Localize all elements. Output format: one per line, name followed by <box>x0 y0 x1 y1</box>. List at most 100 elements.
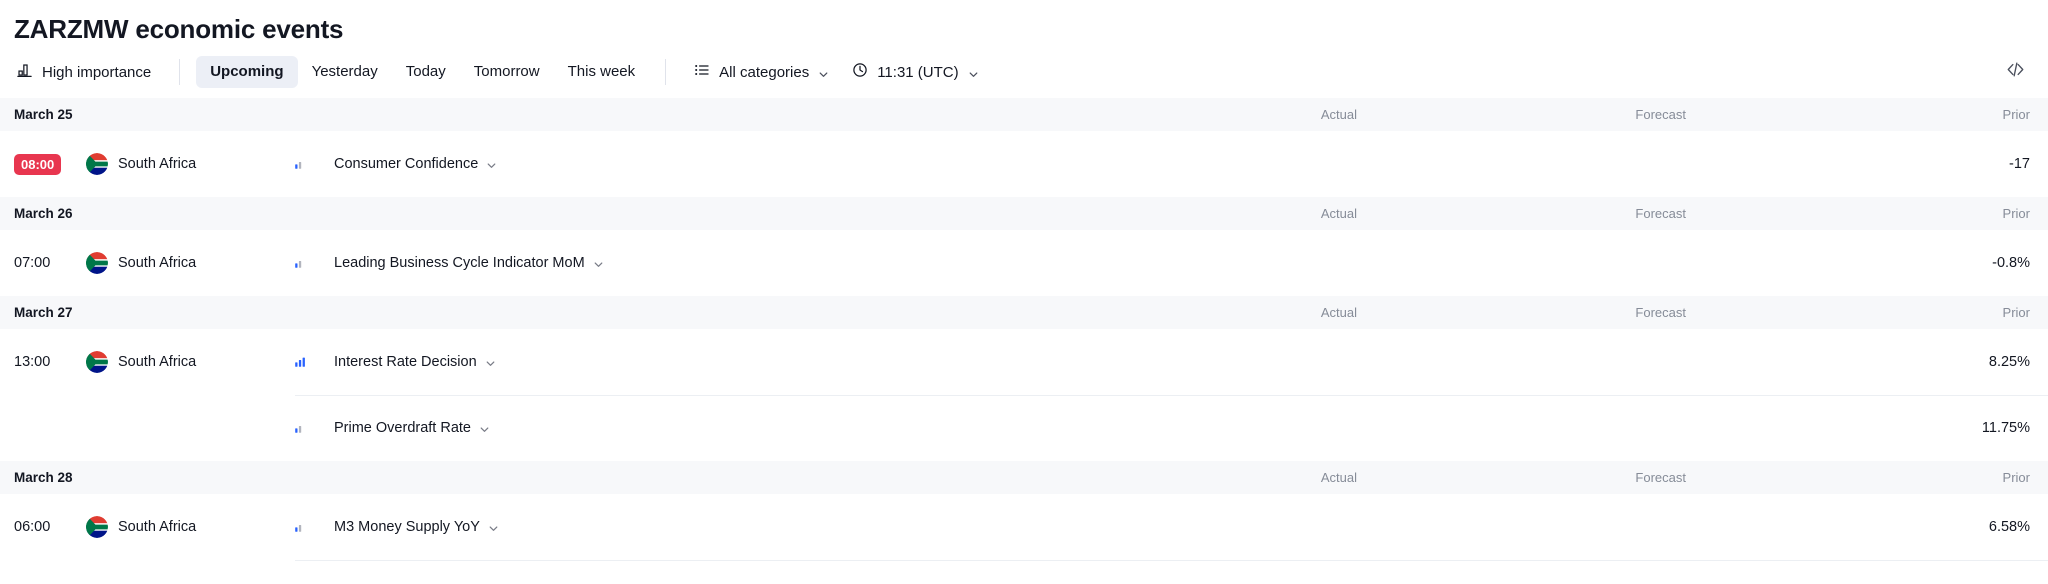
event-actual-value <box>1197 329 1357 395</box>
event-time-cell: 08:00 <box>0 153 86 175</box>
event-forecast-value <box>1526 230 1686 296</box>
event-prior-value: 8.25% <box>1988 354 2030 370</box>
column-header-forecast: Forecast <box>1635 305 1686 320</box>
event-forecast-value <box>1526 494 1686 560</box>
group-date-label: March 27 <box>14 305 73 320</box>
event-prior-value: -0.8% <box>1992 255 2030 271</box>
group-date-label: March 28 <box>14 470 73 485</box>
economic-events-table: March 25 Actual Forecast Prior 08:00 South Af… <box>0 98 2048 584</box>
date-group-header: March 26 Actual Forecast Prior <box>0 197 2048 230</box>
event-name-label: Consumer Confidence <box>334 156 479 172</box>
event-name-cell[interactable]: Interest Rate Decision <box>334 354 495 370</box>
table-row[interactable]: Private Sector Credit YoY3.16% <box>0 560 2048 584</box>
event-country-label: South Africa <box>118 156 197 172</box>
event-time-label: 06:00 <box>14 519 51 535</box>
chevron-down-icon <box>968 67 978 77</box>
categories-label: All categories <box>719 63 810 81</box>
event-importance-cell <box>276 355 334 369</box>
column-header-prior: Prior <box>2002 305 2030 320</box>
importance-medium-icon <box>294 520 308 534</box>
importance-medium-icon <box>294 256 308 270</box>
table-row[interactable]: 13:00 South Africa Interest Rate Decision 8… <box>0 329 2048 395</box>
event-forecast-value <box>1526 395 1686 461</box>
importance-medium-icon <box>294 421 308 435</box>
code-icon <box>2005 59 2026 85</box>
event-time-badge: 08:00 <box>14 153 62 175</box>
column-header-forecast: Forecast <box>1635 470 1686 485</box>
economic-calendar-page: ZARZMW economic events High importance U… <box>0 0 2048 584</box>
column-header-forecast: Forecast <box>1635 107 1686 122</box>
table-row[interactable]: 07:00 South Africa Leading Business Cycle … <box>0 230 2048 296</box>
event-prior-value: 11.75% <box>1981 420 2030 436</box>
tab-yesterday[interactable]: Yesterday <box>298 56 392 88</box>
chevron-down-icon[interactable] <box>488 522 498 532</box>
event-actual-value <box>1197 230 1357 296</box>
event-prior-value: -17 <box>2009 156 2030 172</box>
table-row[interactable]: 06:00 South Africa M3 Money Supply YoY 6.58… <box>0 494 2048 560</box>
chevron-down-icon[interactable] <box>479 423 489 433</box>
event-prior-value: 6.58% <box>1988 519 2030 535</box>
list-icon <box>694 62 710 82</box>
importance-filter-button[interactable]: High importance <box>14 55 163 89</box>
column-header-prior: Prior <box>2002 107 2030 122</box>
timezone-dropdown[interactable]: 11:31 (UTC) <box>840 55 989 89</box>
south-africa-flag-icon <box>86 153 108 175</box>
event-forecast-value <box>1526 131 1686 197</box>
event-time-label: 07:00 <box>14 255 51 271</box>
event-actual-value <box>1197 395 1357 461</box>
event-actual-value <box>1197 131 1357 197</box>
toolbar: High importance Upcoming Yesterday Today… <box>0 46 2048 98</box>
event-name-label: Prime Overdraft Rate <box>334 420 471 436</box>
chevron-down-icon[interactable] <box>593 258 603 268</box>
tab-upcoming[interactable]: Upcoming <box>196 56 298 88</box>
south-africa-flag-icon <box>86 516 108 538</box>
event-importance-cell <box>276 157 334 171</box>
chevron-down-icon[interactable] <box>485 357 495 367</box>
south-africa-flag-icon <box>86 252 108 274</box>
tab-this-week[interactable]: This week <box>554 56 650 88</box>
event-name-label: Interest Rate Decision <box>334 354 477 370</box>
event-forecast-value <box>1526 329 1686 395</box>
event-country-cell: South Africa <box>86 153 276 175</box>
table-row[interactable]: Prime Overdraft Rate 11.75% <box>0 395 2048 461</box>
event-name-cell[interactable]: Prime Overdraft Rate <box>334 420 489 436</box>
event-importance-cell <box>276 256 334 270</box>
event-name-label: M3 Money Supply YoY <box>334 519 480 535</box>
tab-tomorrow[interactable]: Tomorrow <box>460 56 554 88</box>
column-header-actual: Actual <box>1320 470 1357 485</box>
event-importance-cell <box>276 520 334 534</box>
clock-icon <box>852 62 868 82</box>
event-name-cell[interactable]: Leading Business Cycle Indicator MoM <box>334 255 603 271</box>
chevron-down-icon <box>818 67 828 77</box>
event-prior-value: 3.16% <box>1870 560 2030 584</box>
table-row[interactable]: 08:00 South Africa Consumer Confidence -17 <box>0 131 2048 197</box>
event-country-label: South Africa <box>118 255 197 271</box>
date-group-header: March 25 Actual Forecast Prior <box>0 98 2048 131</box>
tab-today[interactable]: Today <box>392 56 460 88</box>
event-actual-value <box>1197 494 1357 560</box>
event-name-label: Leading Business Cycle Indicator MoM <box>334 255 585 271</box>
importance-medium-icon <box>294 157 308 171</box>
toolbar-divider-1 <box>179 59 181 85</box>
column-header-actual: Actual <box>1320 305 1357 320</box>
date-group-header: March 27 Actual Forecast Prior <box>0 296 2048 329</box>
event-country-cell: South Africa <box>86 351 276 373</box>
embed-code-button[interactable] <box>1998 55 2032 89</box>
categories-dropdown[interactable]: All categories <box>682 55 840 89</box>
event-importance-cell <box>276 421 334 435</box>
column-header-forecast: Forecast <box>1635 206 1686 221</box>
group-date-label: March 26 <box>14 206 73 221</box>
timezone-label: 11:31 (UTC) <box>877 63 959 81</box>
event-name-cell[interactable]: Consumer Confidence <box>334 156 496 172</box>
date-group-header: March 28 Actual Forecast Prior <box>0 461 2048 494</box>
column-header-actual: Actual <box>1320 107 1357 122</box>
event-country-cell: South Africa <box>86 516 276 538</box>
event-name-cell[interactable]: M3 Money Supply YoY <box>334 519 498 535</box>
south-africa-flag-icon <box>86 351 108 373</box>
event-actual-value <box>1197 560 1357 584</box>
chevron-down-icon[interactable] <box>486 159 496 169</box>
column-header-actual: Actual <box>1320 206 1357 221</box>
group-date-label: March 25 <box>14 107 73 122</box>
event-country-label: South Africa <box>118 519 197 535</box>
column-header-prior: Prior <box>2002 470 2030 485</box>
